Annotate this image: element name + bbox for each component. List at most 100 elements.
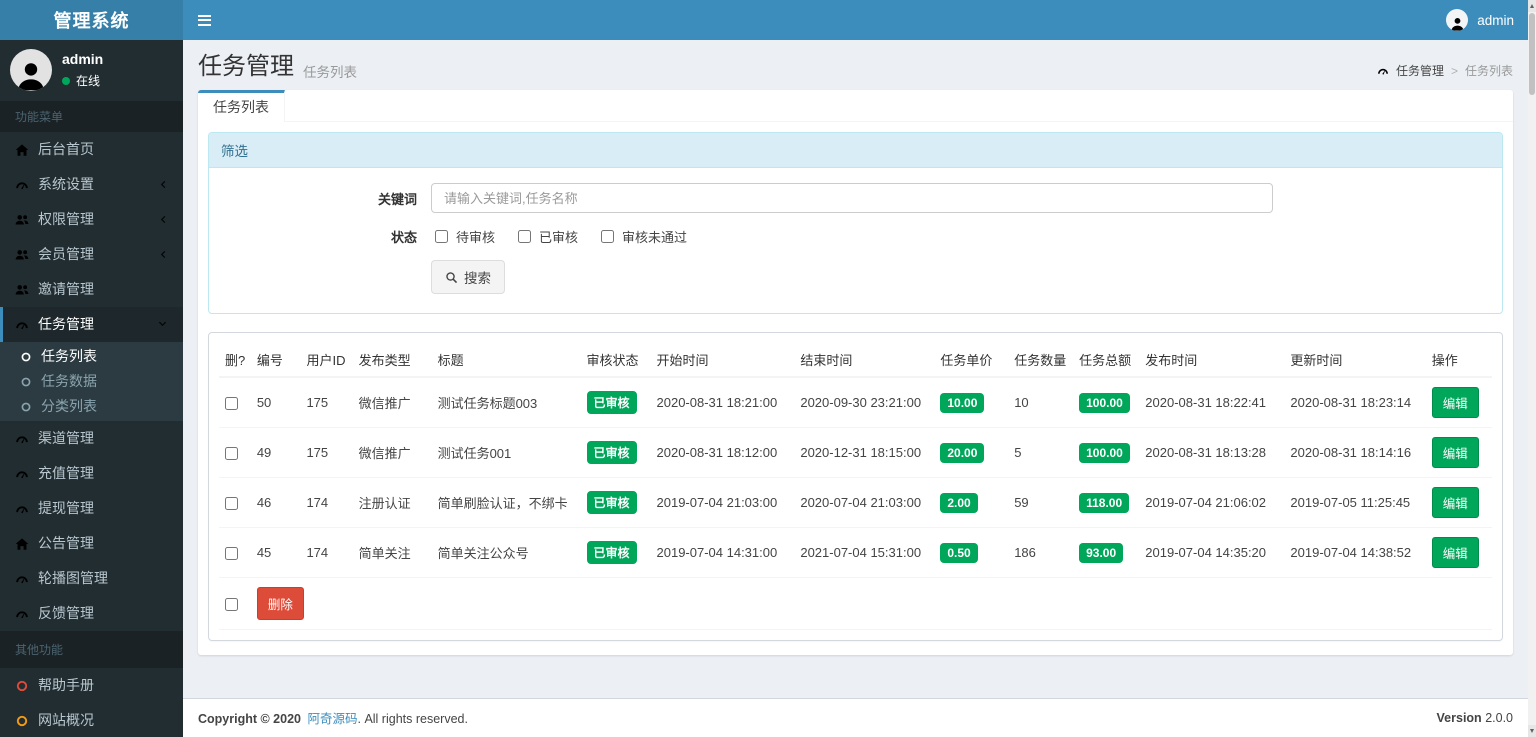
sidebar-subitem-task-list[interactable]: 任务列表 [0, 344, 183, 369]
keyword-label: 关键词 [377, 191, 417, 207]
sidebar-section-header: 其他功能 [0, 631, 183, 668]
filter-panel-title: 筛选 [209, 133, 1502, 168]
status-badge: 已审核 [586, 541, 637, 564]
price-badge: 0.50 [940, 542, 978, 563]
sidebar-item-help-manual[interactable]: 帮助手册 [0, 668, 183, 703]
filter-panel-body: 关键词 状态 待审核 [209, 168, 1502, 313]
gauge-icon [15, 502, 29, 516]
tab-task-list[interactable]: 任务列表 [198, 90, 285, 122]
keyword-input[interactable] [431, 183, 1273, 213]
page-title: 任务管理 [198, 53, 294, 80]
scrollbar[interactable] [1528, 0, 1536, 737]
delete-button[interactable]: 删除 [256, 587, 304, 620]
cell-update-time: 2019-07-05 11:25:45 [1284, 477, 1426, 528]
page: 管理系统 admin admin 在线 功能菜单 后台首页 系统设置 权限管理 … [0, 0, 1536, 737]
brand-link[interactable]: 阿奇源码 [307, 712, 357, 726]
cell-user-id: 175 [300, 377, 353, 428]
cell-start-time: 2020-08-31 18:12:00 [650, 427, 795, 478]
sidebar-item-system-settings[interactable]: 系统设置 [0, 167, 183, 202]
gauge-icon [15, 572, 29, 586]
status-option-approved[interactable]: 已审核 [514, 227, 578, 246]
breadcrumb-current: 任务列表 [1464, 64, 1513, 78]
row-checkbox[interactable] [225, 447, 238, 461]
sidebar-subitem-category-list[interactable]: 分类列表 [0, 394, 183, 419]
sidebar-item-tasks[interactable]: 任务管理 [0, 307, 183, 342]
total-badge: 93.00 [1079, 542, 1124, 563]
search-button[interactable]: 搜索 [431, 260, 505, 294]
select-all-checkbox[interactable] [225, 598, 238, 612]
sidebar-menu: 后台首页 系统设置 权限管理 会员管理 邀请管理 任务管理 [0, 132, 183, 342]
cell-type: 微信推广 [352, 377, 432, 428]
tab-card: 任务列表 筛选 关键词 状态 [198, 90, 1513, 655]
sidebar-toggle-button[interactable] [183, 0, 225, 40]
navbar: admin [183, 0, 1536, 40]
user-status[interactable]: 在线 [62, 72, 103, 89]
circle-o-icon [20, 401, 32, 413]
cell-end-time: 2021-07-04 15:31:00 [794, 527, 935, 578]
cell-start-time: 2019-07-04 14:31:00 [650, 527, 795, 578]
cell-user-id: 175 [300, 427, 353, 478]
sidebar-subitem-task-data[interactable]: 任务数据 [0, 369, 183, 394]
sidebar-item-members[interactable]: 会员管理 [0, 237, 183, 272]
scrollbar-up-arrow[interactable] [1528, 0, 1536, 12]
status-option-pending[interactable]: 待审核 [431, 227, 495, 246]
total-badge: 100.00 [1079, 442, 1130, 463]
online-dot-icon [62, 76, 70, 85]
scrollbar-down-arrow[interactable] [1528, 725, 1536, 737]
sidebar-item-announcements[interactable]: 公告管理 [0, 526, 183, 561]
page-footer: Copyright © 2020 阿奇源码. All rights reserv… [183, 698, 1528, 737]
users-icon [15, 283, 29, 297]
edit-button[interactable]: 编辑 [1431, 537, 1479, 568]
price-badge: 20.00 [940, 442, 985, 463]
sidebar-item-channels[interactable]: 渠道管理 [0, 421, 183, 456]
sidebar-item-feedback[interactable]: 反馈管理 [0, 596, 183, 631]
sidebar-item-carousel[interactable]: 轮播图管理 [0, 561, 183, 596]
filter-panel: 筛选 关键词 状态 待审核 [208, 132, 1503, 314]
gauge-icon [15, 467, 29, 481]
cell-update-time: 2020-08-31 18:14:16 [1284, 427, 1426, 478]
sidebar-item-permissions[interactable]: 权限管理 [0, 202, 183, 237]
sidebar-item-recharge[interactable]: 充值管理 [0, 456, 183, 491]
navbar-user-menu[interactable]: admin [1424, 0, 1536, 40]
home-icon [15, 537, 29, 551]
price-badge: 2.00 [940, 492, 978, 513]
chevron-left-icon [157, 249, 168, 260]
cell-start-time: 2020-08-31 18:21:00 [650, 377, 795, 428]
edit-button[interactable]: 编辑 [1431, 487, 1479, 518]
sidebar-item-invites[interactable]: 邀请管理 [0, 272, 183, 307]
sidebar-user-panel: admin 在线 [0, 40, 183, 101]
breadcrumb-separator: > [1450, 63, 1458, 78]
cell-type: 注册认证 [352, 477, 432, 528]
circle-o-icon [20, 376, 32, 388]
magnifier-icon [445, 271, 458, 284]
scrollbar-thumb[interactable] [1529, 13, 1535, 95]
status-badge: 已审核 [586, 441, 637, 464]
edit-button[interactable]: 编辑 [1431, 387, 1479, 418]
sidebar-username: admin [62, 51, 104, 67]
status-option-rejected[interactable]: 审核未通过 [597, 227, 687, 246]
sidebar-item-site-overview[interactable]: 网站概况 [0, 703, 183, 737]
breadcrumb-root-link[interactable]: 任务管理 [1396, 62, 1444, 79]
edit-button[interactable]: 编辑 [1431, 437, 1479, 468]
cell-user-id: 174 [300, 477, 353, 528]
approved-checkbox[interactable] [518, 230, 532, 243]
row-checkbox[interactable] [225, 497, 238, 511]
row-checkbox[interactable] [225, 397, 238, 411]
page-subtitle: 任务列表 [303, 64, 357, 80]
user-avatar-icon [1446, 9, 1469, 31]
bulk-delete-row: 删除 [219, 577, 1492, 630]
home-icon [15, 143, 29, 157]
row-checkbox[interactable] [225, 547, 238, 561]
cell-title: 测试任务001 [431, 427, 581, 478]
dashboard-icon [1377, 65, 1389, 77]
rejected-checkbox[interactable] [601, 230, 615, 243]
pending-checkbox[interactable] [435, 230, 448, 243]
cell-update-time: 2020-08-31 18:23:14 [1284, 377, 1426, 428]
sidebar-item-home[interactable]: 后台首页 [0, 132, 183, 167]
app-logo[interactable]: 管理系统 [0, 0, 183, 40]
cell-end-time: 2020-09-30 23:21:00 [794, 377, 935, 428]
copyright: Copyright © 2020 阿奇源码. All rights reserv… [198, 712, 468, 726]
cell-id: 46 [250, 477, 301, 528]
cell-start-time: 2019-07-04 21:03:00 [650, 477, 795, 528]
sidebar-item-withdraw[interactable]: 提现管理 [0, 491, 183, 526]
